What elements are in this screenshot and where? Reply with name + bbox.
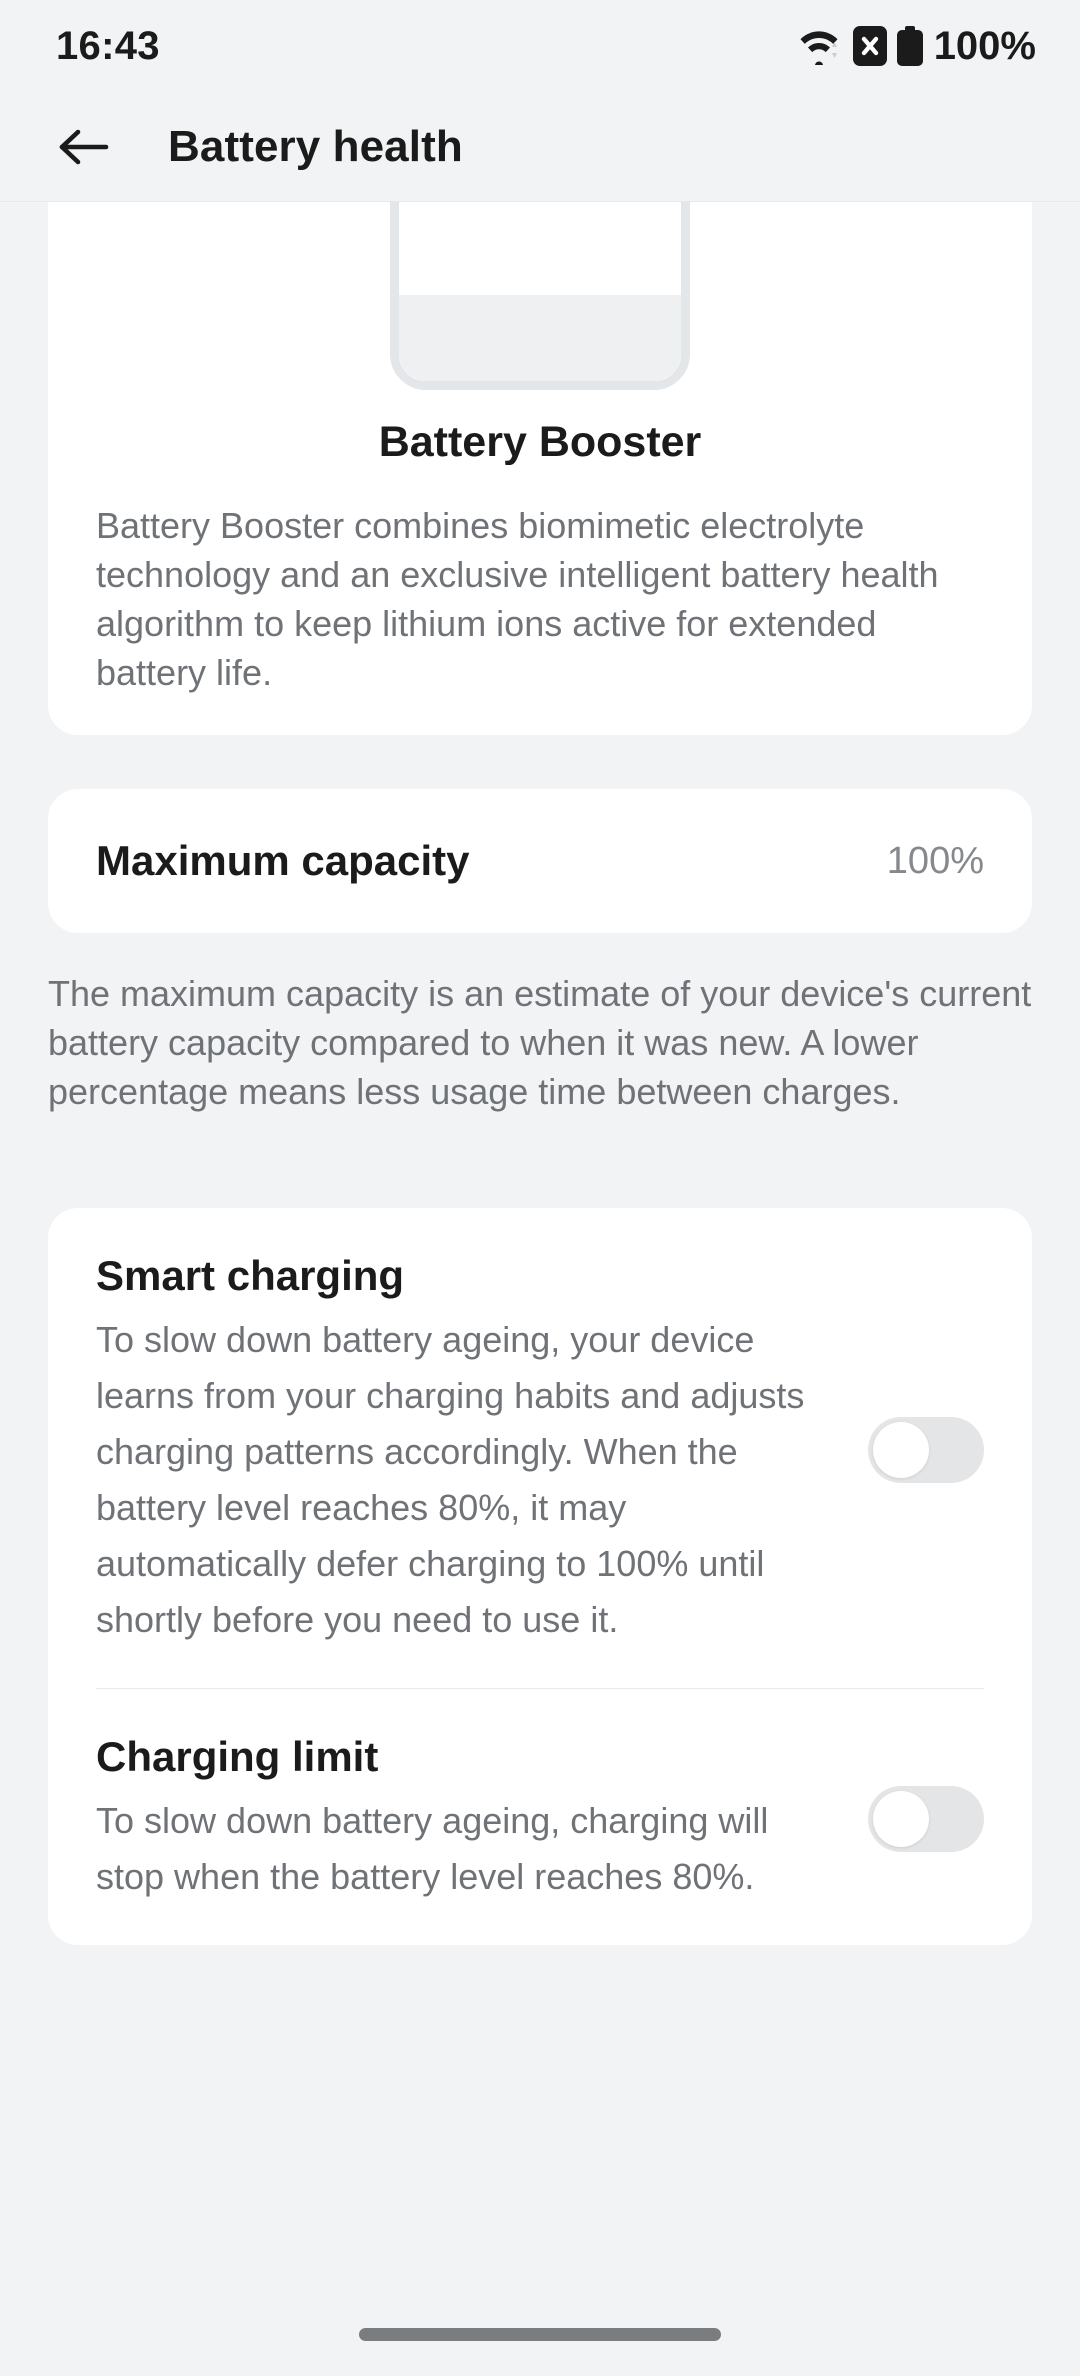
smart-charging-description: To slow down battery ageing, your device… xyxy=(96,1319,805,1640)
battery-percent-label: 100% xyxy=(933,23,1036,68)
battery-illustration xyxy=(48,202,1032,390)
smart-charging-row[interactable]: Smart charging To slow down battery agei… xyxy=(96,1208,984,1688)
phone-screen: 16:43 100% Battery health Battery Booste… xyxy=(0,0,1080,2376)
scroll-content[interactable]: Battery Booster Battery Booster combines… xyxy=(0,202,1080,2292)
charging-limit-row[interactable]: Charging limit To slow down battery agei… xyxy=(96,1689,984,1945)
back-button[interactable] xyxy=(52,116,114,178)
gesture-navigation-bar xyxy=(0,2292,1080,2376)
charging-limit-toggle[interactable] xyxy=(868,1786,984,1852)
status-bar: 16:43 100% xyxy=(0,0,1080,92)
home-indicator[interactable] xyxy=(359,2327,721,2341)
charging-settings-card: Smart charging To slow down battery agei… xyxy=(48,1208,1032,1945)
smart-charging-title: Smart charging xyxy=(96,1252,405,1299)
wifi-icon xyxy=(800,27,844,65)
status-time: 16:43 xyxy=(56,23,160,68)
toggle-knob xyxy=(873,1791,929,1847)
maximum-capacity-row[interactable]: Maximum capacity 100% xyxy=(48,789,1032,933)
smart-charging-toggle[interactable] xyxy=(868,1417,984,1483)
battery-booster-card: Battery Booster Battery Booster combines… xyxy=(48,202,1032,735)
charging-limit-description: To slow down battery ageing, charging wi… xyxy=(96,1800,769,1897)
back-arrow-icon xyxy=(59,129,109,164)
maximum-capacity-note: The maximum capacity is an estimate of y… xyxy=(48,973,1032,1112)
status-icons: 100% xyxy=(800,24,1036,69)
sim-error-icon xyxy=(852,26,887,66)
app-bar: Battery health xyxy=(0,92,1080,202)
page-title: Battery health xyxy=(168,121,463,171)
maximum-capacity-label: Maximum capacity xyxy=(96,837,470,884)
toggle-knob xyxy=(873,1422,929,1478)
charging-limit-title: Charging limit xyxy=(96,1733,379,1780)
battery-booster-description: Battery Booster combines biomimetic elec… xyxy=(96,505,939,693)
battery-booster-title: Battery Booster xyxy=(378,418,702,466)
maximum-capacity-value: 100% xyxy=(886,839,984,882)
battery-icon xyxy=(896,26,924,66)
